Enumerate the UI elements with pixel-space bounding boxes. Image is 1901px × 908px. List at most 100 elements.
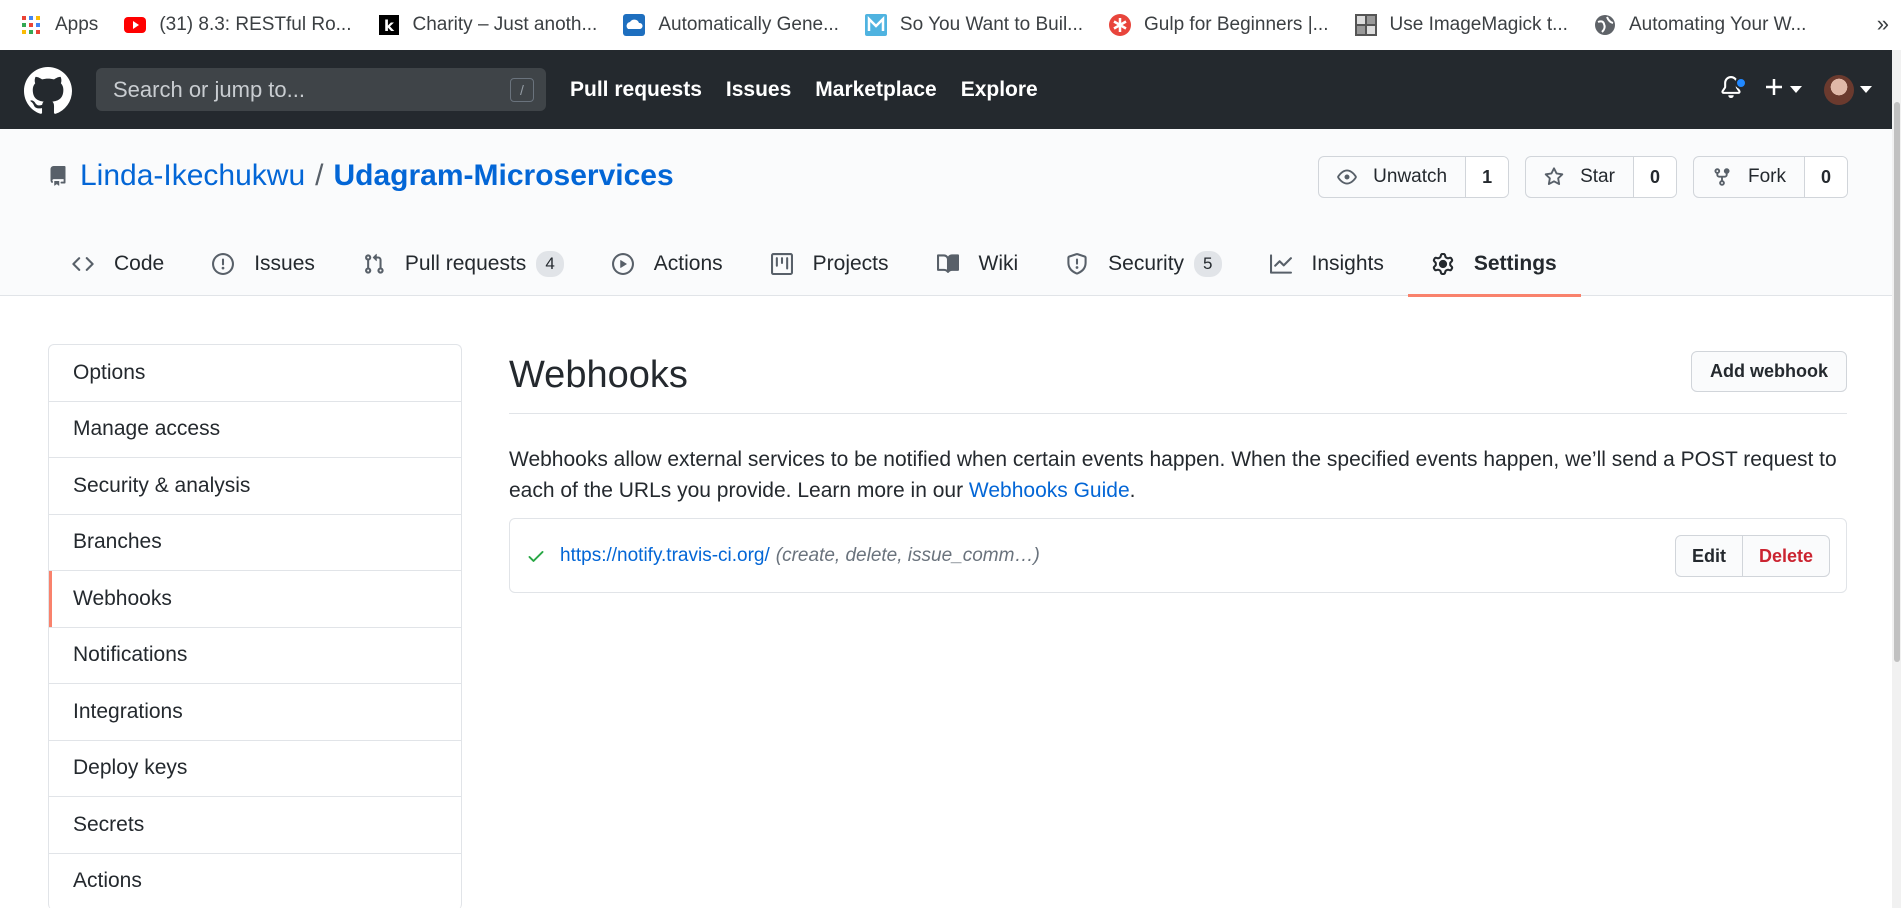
- webhooks-panel: Webhooks Add webhook Webhooks allow exte…: [509, 344, 1847, 593]
- description-end: .: [1129, 479, 1136, 502]
- bookmarks-overflow-button[interactable]: »: [1877, 11, 1889, 37]
- tab-security[interactable]: Security 5: [1042, 231, 1245, 296]
- watch-button-group: Unwatch 1: [1318, 156, 1510, 198]
- webhooks-description: Webhooks allow external services to be n…: [509, 444, 1847, 506]
- tab-label: Pull requests: [404, 251, 527, 275]
- bookmarks-bar: Apps (31) 8.3: RESTful Ro... k Charity –…: [0, 0, 1901, 50]
- sidebar-item-manage-access[interactable]: Manage access: [49, 402, 461, 458]
- star-button[interactable]: Star: [1526, 157, 1634, 197]
- project-icon: [770, 252, 803, 275]
- sidebar-item-secrets[interactable]: Secrets: [49, 797, 461, 854]
- header-nav-explore[interactable]: Explore: [961, 78, 1038, 102]
- webhooks-guide-link[interactable]: Webhooks Guide: [969, 479, 1130, 502]
- shield-icon: [1066, 252, 1098, 275]
- header-nav-issues[interactable]: Issues: [726, 78, 791, 102]
- tab-label: Insights: [1311, 251, 1384, 275]
- webhook-actions: Edit Delete: [1674, 535, 1830, 577]
- scrollbar-thumb[interactable]: [1894, 102, 1900, 662]
- tab-issues[interactable]: Issues: [188, 231, 339, 296]
- svg-text:k: k: [384, 17, 395, 35]
- repo-tabs: Code Issues Pull requests 4 Actions Proj…: [48, 231, 1581, 297]
- header-nav: Pull requests Issues Marketplace Explore: [570, 50, 1062, 129]
- fork-button-group: Fork 0: [1692, 156, 1848, 198]
- tab-code[interactable]: Code: [48, 231, 188, 296]
- apps-grid-icon: [20, 14, 42, 36]
- tab-label: Projects: [812, 251, 889, 275]
- sidebar-item-branches[interactable]: Branches: [49, 515, 461, 571]
- search-placeholder: Search or jump to...: [113, 76, 305, 102]
- bookmark-label: Automatically Gene...: [658, 14, 839, 35]
- webhook-events: (create, delete, issue_comm…): [775, 544, 1040, 566]
- tab-settings[interactable]: Settings: [1407, 231, 1581, 297]
- bookmark-gulp[interactable]: Gulp for Beginners |...: [1109, 14, 1329, 36]
- tab-label: Actions: [653, 251, 723, 275]
- chevron-down-icon: [1790, 86, 1802, 93]
- bookmark-imagemagick[interactable]: Use ImageMagick t...: [1354, 14, 1568, 36]
- page-scrollbar[interactable]: [1892, 50, 1901, 908]
- bookmark-label: Charity – Just anoth...: [412, 14, 598, 35]
- sidebar-item-deploy-keys[interactable]: Deploy keys: [49, 741, 461, 797]
- graph-icon: [1269, 253, 1302, 275]
- delete-webhook-button[interactable]: Delete: [1743, 536, 1829, 576]
- repo-actions: Unwatch 1 Star 0 Fork 0: [1302, 156, 1848, 198]
- global-header: Search or jump to... / Pull requests Iss…: [0, 50, 1892, 129]
- bookmark-automating[interactable]: Automating Your W...: [1594, 14, 1806, 36]
- bookmark-so-you-want[interactable]: So You Want to Buil...: [864, 14, 1083, 36]
- forks-count[interactable]: 0: [1804, 157, 1847, 197]
- github-logo-icon[interactable]: [24, 67, 72, 120]
- check-icon: [526, 546, 546, 566]
- bookmark-label: Gulp for Beginners |...: [1144, 14, 1329, 35]
- webhook-url-link[interactable]: https://notify.travis-ci.org/: [560, 545, 770, 567]
- tab-projects[interactable]: Projects: [747, 231, 913, 296]
- bookmark-youtube[interactable]: (31) 8.3: RESTful Ro...: [124, 14, 352, 36]
- settings-sidebar: Options Manage access Security & analysi…: [48, 344, 462, 908]
- sidebar-item-security-analysis[interactable]: Security & analysis: [49, 458, 461, 515]
- repo-header: Linda-Ikechukwu / Udagram-Microservices …: [0, 129, 1892, 297]
- notifications-button[interactable]: [1720, 75, 1747, 104]
- header-nav-pull-requests[interactable]: Pull requests: [570, 78, 702, 102]
- create-new-button[interactable]: [1764, 77, 1802, 102]
- watchers-count[interactable]: 1: [1466, 157, 1509, 197]
- sidebar-item-webhooks[interactable]: Webhooks: [49, 571, 461, 628]
- k-logo-icon: k: [378, 14, 400, 36]
- chevron-down-icon: [1860, 86, 1872, 93]
- tab-pull-requests[interactable]: Pull requests 4: [339, 231, 588, 296]
- bookmark-label: Automating Your W...: [1628, 14, 1807, 35]
- search-shortcut-hint: /: [510, 78, 534, 102]
- sidebar-item-notifications[interactable]: Notifications: [49, 628, 461, 684]
- header-user-actions: [1720, 50, 1872, 129]
- header-nav-marketplace[interactable]: Marketplace: [815, 78, 936, 102]
- tab-label: Code: [114, 251, 165, 275]
- webhook-list-item: https://notify.travis-ci.org/ (create, d…: [509, 518, 1847, 593]
- play-icon: [611, 252, 644, 275]
- pull-requests-counter: 4: [536, 250, 564, 277]
- tab-insights[interactable]: Insights: [1246, 231, 1408, 296]
- repo-owner-link[interactable]: Linda-Ikechukwu: [80, 159, 305, 193]
- unwatch-button[interactable]: Unwatch: [1319, 157, 1467, 197]
- sidebar-item-actions[interactable]: Actions: [49, 854, 461, 908]
- git-pull-request-icon: [363, 253, 395, 275]
- bookmark-charity[interactable]: k Charity – Just anoth...: [378, 14, 598, 36]
- bookmark-label: Apps: [55, 14, 99, 35]
- search-input[interactable]: Search or jump to... /: [96, 68, 546, 111]
- bookmark-label: (31) 8.3: RESTful Ro...: [159, 14, 352, 35]
- code-icon: [72, 253, 104, 275]
- fork-button[interactable]: Fork: [1694, 157, 1805, 197]
- tab-wiki[interactable]: Wiki: [913, 231, 1043, 296]
- youtube-icon: [124, 14, 147, 36]
- tab-actions[interactable]: Actions: [588, 231, 747, 296]
- bookmark-automatically[interactable]: Automatically Gene...: [623, 14, 839, 36]
- tab-label: Settings: [1473, 251, 1557, 275]
- edit-webhook-button[interactable]: Edit: [1676, 536, 1743, 576]
- star-label: Star: [1580, 166, 1615, 187]
- user-menu-button[interactable]: [1824, 74, 1872, 105]
- star-button-group: Star 0: [1525, 156, 1677, 198]
- add-webhook-button[interactable]: Add webhook: [1691, 351, 1847, 392]
- asterisk-logo-icon: [1109, 14, 1132, 36]
- bookmark-apps[interactable]: Apps: [20, 14, 98, 36]
- sidebar-item-integrations[interactable]: Integrations: [49, 684, 461, 741]
- sidebar-item-options[interactable]: Options: [49, 345, 461, 402]
- star-icon: [1544, 167, 1572, 187]
- stars-count[interactable]: 0: [1633, 157, 1676, 197]
- repo-name-link[interactable]: Udagram-Microservices: [333, 159, 673, 193]
